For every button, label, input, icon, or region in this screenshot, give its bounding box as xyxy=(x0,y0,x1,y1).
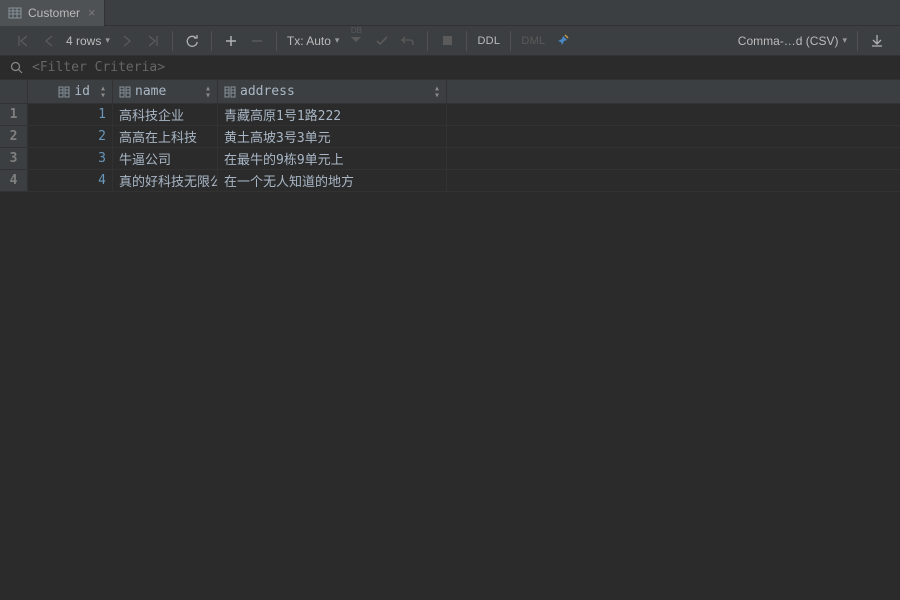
column-icon xyxy=(224,86,236,98)
separator xyxy=(172,31,173,51)
cell-address[interactable]: 青藏高原1号1路222 xyxy=(218,104,447,125)
column-icon xyxy=(119,86,131,98)
pin-button[interactable] xyxy=(549,28,575,54)
separator xyxy=(427,31,428,51)
gutter-header xyxy=(0,80,28,103)
cell-address[interactable]: 在最牛的9栋9单元上 xyxy=(218,148,447,169)
export-format-dropdown[interactable]: Comma-…d (CSV) ▾ xyxy=(734,28,851,54)
separator xyxy=(466,31,467,51)
export-format-label: Comma-…d (CSV) xyxy=(738,34,839,48)
table-row[interactable]: 11高科技企业青藏高原1号1路222 xyxy=(0,104,900,126)
row-number: 4 xyxy=(0,170,28,191)
column-icon xyxy=(58,86,70,98)
cell-name[interactable]: 真的好科技无限公司 xyxy=(113,170,218,191)
column-header-address[interactable]: address ▴▾ xyxy=(218,80,447,103)
add-row-button[interactable] xyxy=(218,28,244,54)
rollback-button[interactable] xyxy=(395,28,421,54)
tx-mode-dropdown[interactable]: Tx: Auto ▾ xyxy=(283,28,344,54)
column-header-name[interactable]: name ▴▾ xyxy=(113,80,218,103)
close-icon[interactable]: × xyxy=(88,5,96,20)
row-number: 1 xyxy=(0,104,28,125)
cell-id[interactable]: 4 xyxy=(28,170,113,191)
tab-label: Customer xyxy=(28,6,80,20)
filter-input[interactable] xyxy=(32,60,890,75)
row-number: 2 xyxy=(0,126,28,147)
tab-customer[interactable]: Customer × xyxy=(0,0,105,26)
separator xyxy=(211,31,212,51)
toolbar: 4 rows ▾ Tx: Auto ▾ DB DDL DML xyxy=(0,26,900,56)
column-label: id xyxy=(74,84,90,99)
rows-count-dropdown[interactable]: 4 rows ▾ xyxy=(62,28,114,54)
stop-button[interactable] xyxy=(434,28,460,54)
remove-row-button[interactable] xyxy=(244,28,270,54)
table-row[interactable]: 44真的好科技无限公司在一个无人知道的地方 xyxy=(0,170,900,192)
cell-name[interactable]: 高高在上科技 xyxy=(113,126,218,147)
row-number: 3 xyxy=(0,148,28,169)
table-row[interactable]: 33牛逼公司在最牛的9栋9单元上 xyxy=(0,148,900,170)
cell-id[interactable]: 3 xyxy=(28,148,113,169)
prev-page-button[interactable] xyxy=(36,28,62,54)
last-page-button[interactable] xyxy=(140,28,166,54)
cell-id[interactable]: 1 xyxy=(28,104,113,125)
sort-icon: ▴▾ xyxy=(434,85,440,99)
column-label: address xyxy=(240,84,295,99)
first-page-button[interactable] xyxy=(10,28,36,54)
dml-button[interactable]: DML xyxy=(517,28,549,54)
chevron-down-icon: ▾ xyxy=(842,35,847,46)
cell-name[interactable]: 高科技企业 xyxy=(113,104,218,125)
column-header-id[interactable]: id ▴▾ xyxy=(28,80,113,103)
separator xyxy=(276,31,277,51)
ddl-button[interactable]: DDL xyxy=(473,28,504,54)
tab-bar: Customer × xyxy=(0,0,900,26)
data-table: id ▴▾ name ▴▾ address ▴▾ 11高科技企业青藏高原1号1路… xyxy=(0,80,900,192)
submit-button[interactable]: DB xyxy=(343,28,369,54)
separator xyxy=(510,31,511,51)
separator xyxy=(857,31,858,51)
cell-name[interactable]: 牛逼公司 xyxy=(113,148,218,169)
commit-button[interactable] xyxy=(369,28,395,54)
sort-icon: ▴▾ xyxy=(100,85,106,99)
db-icon-label: DB xyxy=(351,26,362,35)
chevron-down-icon: ▾ xyxy=(335,35,340,46)
download-button[interactable] xyxy=(864,28,890,54)
cell-id[interactable]: 2 xyxy=(28,126,113,147)
next-page-button[interactable] xyxy=(114,28,140,54)
dml-label: DML xyxy=(521,35,545,47)
table-header: id ▴▾ name ▴▾ address ▴▾ xyxy=(0,80,900,104)
cell-address[interactable]: 黄土高坡3号3单元 xyxy=(218,126,447,147)
refresh-button[interactable] xyxy=(179,28,205,54)
cell-address[interactable]: 在一个无人知道的地方 xyxy=(218,170,447,191)
tx-mode-label: Tx: Auto xyxy=(287,34,331,48)
rows-count-label: 4 rows xyxy=(66,34,101,48)
ddl-label: DDL xyxy=(477,35,500,47)
table-row[interactable]: 22高高在上科技黄土高坡3号3单元 xyxy=(0,126,900,148)
search-icon xyxy=(10,61,24,75)
chevron-down-icon: ▾ xyxy=(105,35,110,46)
filter-bar xyxy=(0,56,900,80)
column-label: name xyxy=(135,84,166,99)
table-icon xyxy=(8,6,22,20)
sort-icon: ▴▾ xyxy=(205,85,211,99)
